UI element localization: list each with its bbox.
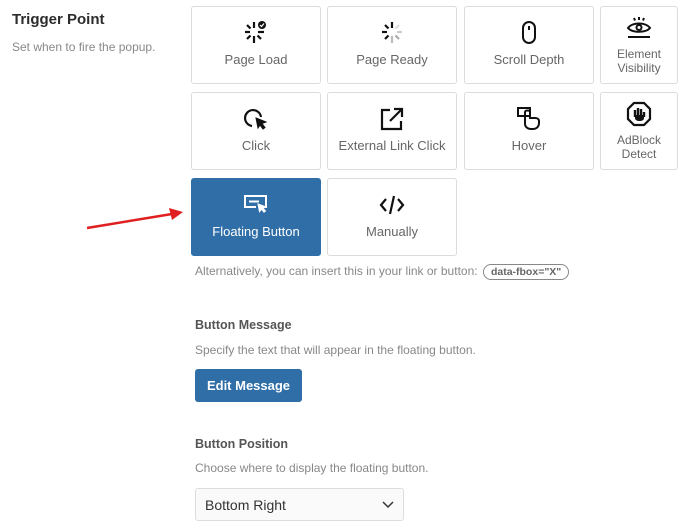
hint-text: Alternatively, you can insert this in yo… — [195, 264, 478, 278]
button-message-description: Specify the text that will appear in the… — [195, 343, 476, 357]
trigger-adblock-detect[interactable]: AdBlock Detect — [600, 92, 678, 170]
trigger-label: Page Ready — [356, 52, 428, 67]
mouse-icon — [465, 20, 593, 46]
shortcode-hint: Alternatively, you can insert this in yo… — [195, 264, 570, 280]
shortcode-badge: data-fbox="X" — [482, 264, 570, 280]
trigger-point-subtitle: Set when to fire the popup. — [12, 40, 156, 54]
page-load-icon — [192, 20, 320, 46]
button-position-description: Choose where to display the floating but… — [195, 461, 429, 475]
stop-hand-icon — [601, 101, 677, 127]
trigger-label: Manually — [365, 224, 419, 239]
trigger-label: Click — [241, 138, 271, 153]
trigger-label: Floating Button — [212, 224, 300, 239]
trigger-page-ready[interactable]: Page Ready — [327, 6, 457, 84]
trigger-manually[interactable]: Manually — [327, 178, 457, 256]
trigger-label: Page Load — [224, 52, 288, 67]
edit-message-button[interactable]: Edit Message — [195, 369, 302, 402]
floating-button-icon — [192, 192, 320, 218]
trigger-label: Hover — [511, 138, 547, 153]
button-message-title: Button Message — [195, 318, 292, 332]
cursor-click-icon — [192, 106, 320, 132]
button-position-title: Button Position — [195, 437, 289, 451]
trigger-external-link-click[interactable]: External Link Click — [327, 92, 457, 170]
external-link-icon — [328, 106, 456, 132]
selected-value: Bottom Right — [205, 497, 286, 513]
trigger-label: Element Visibility — [616, 47, 662, 75]
trigger-scroll-depth[interactable]: Scroll Depth — [464, 6, 594, 84]
code-icon — [328, 192, 456, 218]
button-position-select[interactable]: Bottom Right — [195, 488, 404, 521]
trigger-floating-button[interactable]: Floating Button — [191, 178, 321, 256]
eye-icon — [601, 15, 677, 41]
trigger-label: AdBlock Detect — [616, 133, 662, 161]
chevron-down-icon — [381, 497, 395, 514]
trigger-click[interactable]: Click — [191, 92, 321, 170]
trigger-label: External Link Click — [338, 138, 446, 153]
trigger-label: Scroll Depth — [493, 52, 565, 67]
trigger-element-visibility[interactable]: Element Visibility — [600, 6, 678, 84]
trigger-page-load[interactable]: Page Load — [191, 6, 321, 84]
hover-hand-icon — [465, 106, 593, 132]
trigger-point-title: Trigger Point — [12, 11, 105, 28]
trigger-hover[interactable]: Hover — [464, 92, 594, 170]
page-ready-icon — [328, 20, 456, 46]
red-arrow-annotation — [86, 208, 183, 230]
